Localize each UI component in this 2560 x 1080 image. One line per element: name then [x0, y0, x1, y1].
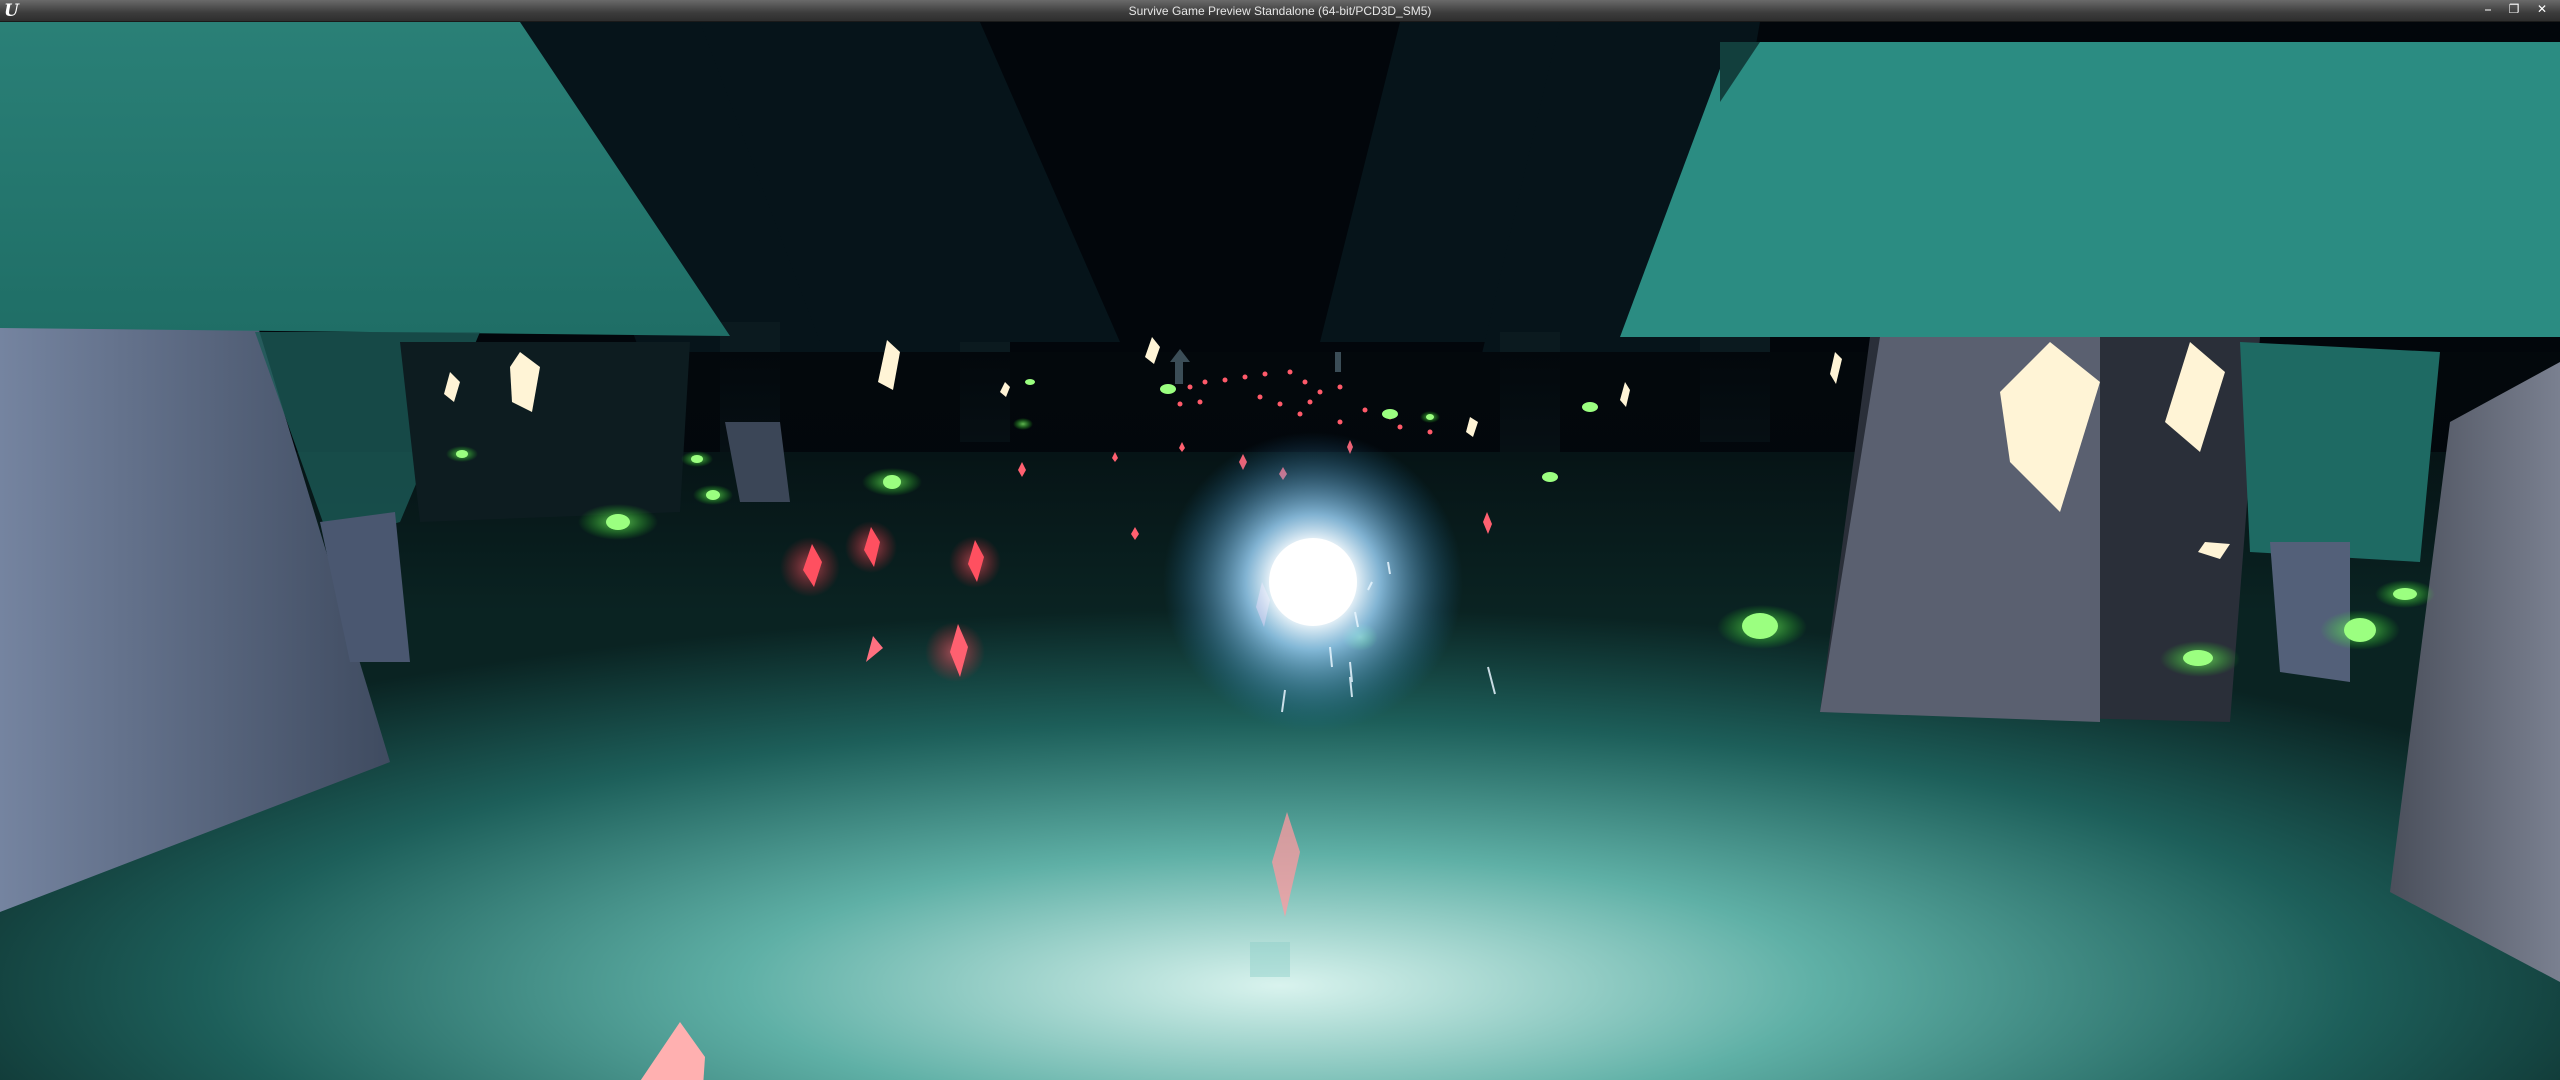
restore-icon: ❐ — [2508, 2, 2520, 16]
window-titlebar[interactable]: U Survive Game Preview Standalone (64-bi… — [0, 0, 2560, 22]
window-controls: ⎯ ❐ ✕ — [2476, 2, 2556, 18]
minimize-button[interactable]: ⎯ — [2476, 2, 2500, 17]
restore-button[interactable]: ❐ — [2502, 2, 2526, 17]
game-scene — [0, 22, 2560, 1080]
close-icon: ✕ — [2536, 2, 2548, 16]
minimize-icon: ⎯ — [2484, 2, 2491, 16]
tree-canopy — [1620, 42, 2560, 337]
close-button[interactable]: ✕ — [2528, 2, 2556, 17]
window-title: Survive Game Preview Standalone (64-bit/… — [1128, 4, 1432, 18]
game-viewport[interactable] — [0, 22, 2560, 1080]
